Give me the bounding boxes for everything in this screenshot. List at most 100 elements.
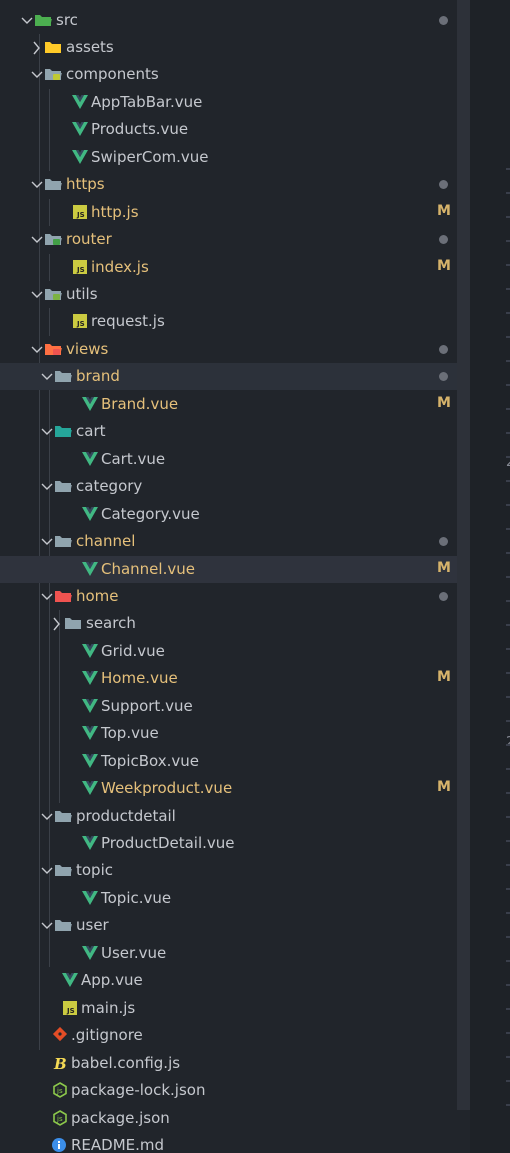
tree-item-label: Grid.vue: [101, 641, 165, 660]
chevron-down-icon[interactable]: [31, 287, 43, 301]
chevron-down-icon[interactable]: [31, 177, 43, 191]
tree-item-label: Weekproduct.vue: [101, 779, 233, 798]
chevron-down-icon[interactable]: [41, 369, 53, 383]
vue-icon: [71, 149, 89, 165]
js-icon: JS: [71, 204, 89, 220]
tree-file[interactable]: ProductDetail.vue: [0, 830, 457, 857]
folder-icon: [54, 533, 72, 549]
tree-file[interactable]: App.vue: [0, 967, 457, 994]
tree-folder[interactable]: productdetail: [0, 803, 457, 830]
tree-item-label: utils: [66, 285, 98, 303]
chevron-down-icon[interactable]: [21, 13, 33, 27]
tree-item-label: http.js: [91, 202, 139, 221]
git-icon: [51, 1027, 69, 1043]
gutter-line-mark: [506, 216, 510, 218]
tree-file[interactable]: Grid.vue: [0, 638, 457, 665]
tree-folder[interactable]: assets: [0, 34, 457, 61]
chevron-down-icon[interactable]: [41, 809, 53, 823]
tree-file[interactable]: JS index.js M: [0, 254, 457, 281]
vue-icon: [61, 972, 79, 988]
tree-item-label: Topic.vue: [101, 888, 172, 907]
gutter-line-mark: [506, 984, 510, 986]
chevron-down-icon[interactable]: [41, 534, 53, 548]
js-icon: JS: [61, 1000, 79, 1016]
chevron-right-icon[interactable]: [51, 616, 63, 631]
modified-dot: [439, 344, 448, 354]
tree-file[interactable]: Products.vue: [0, 116, 457, 143]
tree-file[interactable]: Brand.vue M: [0, 391, 457, 418]
gutter-line-mark: [506, 168, 510, 170]
chevron-down-icon[interactable]: [41, 589, 53, 603]
tree-file[interactable]: TopicBox.vue: [0, 748, 457, 775]
tree-file[interactable]: js package.json: [0, 1105, 457, 1132]
folder-icon: [44, 176, 62, 192]
tree-file[interactable]: Cart.vue: [0, 446, 457, 473]
chevron-down-icon[interactable]: [41, 479, 53, 493]
tree-file[interactable]: User.vue: [0, 940, 457, 967]
tree-file[interactable]: Weekproduct.vue M: [0, 775, 457, 802]
tree-folder[interactable]: cart: [0, 418, 457, 445]
gutter-line-mark: [506, 504, 510, 506]
git-status-badge: M: [437, 779, 451, 796]
tree-folder[interactable]: channel: [0, 528, 457, 555]
chevron-down-icon[interactable]: [41, 424, 53, 438]
tree-file[interactable]: Home.vue M: [0, 665, 457, 692]
tree-folder[interactable]: search: [0, 610, 457, 637]
modified-dot: [439, 180, 448, 190]
tree-file[interactable]: Category.vue: [0, 501, 457, 528]
tree-folder[interactable]: utils: [0, 281, 457, 308]
vue-icon: [81, 753, 99, 769]
tree-file[interactable]: JS main.js: [0, 995, 457, 1022]
tree-file[interactable]: js package-lock.json: [0, 1077, 457, 1104]
tree-file[interactable]: JS http.js M: [0, 199, 457, 226]
tree-item-label: TopicBox.vue: [101, 751, 199, 770]
tree-folder[interactable]: src: [0, 7, 457, 34]
tree-item-label: https: [66, 175, 105, 194]
scrollbar[interactable]: [457, 0, 470, 1110]
tree-item-label: babel.config.js: [71, 1053, 181, 1072]
chevron-down-icon[interactable]: [31, 232, 43, 246]
gutter-line-mark: [506, 576, 510, 578]
tree-item-label: topic: [76, 861, 113, 880]
tree-folder[interactable]: brand: [0, 363, 457, 391]
tree-file[interactable]: JS request.js: [0, 308, 457, 335]
tree-file[interactable]: Channel.vue M: [0, 555, 457, 583]
babel-icon: B: [51, 1055, 69, 1073]
tree-file[interactable]: Top.vue: [0, 720, 457, 747]
tree-folder[interactable]: router: [0, 226, 457, 253]
chevron-down-icon[interactable]: [41, 918, 53, 932]
tree-file[interactable]: Support.vue: [0, 693, 457, 720]
tree-file[interactable]: Topic.vue: [0, 885, 457, 912]
tree-file[interactable]: SwiperCom.vue: [0, 144, 457, 171]
vue-icon: [81, 561, 99, 577]
vue-icon: [81, 670, 99, 686]
tree-folder[interactable]: components: [0, 61, 457, 88]
tree-folder[interactable]: views: [0, 336, 457, 363]
tree-file[interactable]: Bbabel.config.js: [0, 1050, 457, 1077]
tree-folder[interactable]: https: [0, 171, 457, 198]
tree-folder[interactable]: topic: [0, 857, 457, 884]
gutter-line-mark: [506, 1008, 510, 1010]
gutter-line-mark: [506, 648, 510, 650]
modified-dot: [439, 537, 448, 547]
tree-folder[interactable]: user: [0, 912, 457, 939]
chevron-right-icon[interactable]: [31, 40, 43, 55]
chevron-down-icon[interactable]: [31, 67, 43, 81]
tree-folder[interactable]: category: [0, 473, 457, 500]
chevron-down-icon[interactable]: [41, 863, 53, 877]
tree-file[interactable]: README.md: [0, 1132, 457, 1153]
gutter-line-mark: [506, 840, 510, 842]
tree-file[interactable]: AppTabBar.vue: [0, 89, 457, 116]
gutter-line-mark: [506, 408, 510, 410]
tree-file[interactable]: .gitignore: [0, 1022, 457, 1049]
tree-item-label: request.js: [91, 312, 165, 331]
tree-folder[interactable]: home: [0, 583, 457, 610]
tree-item-label: user: [76, 916, 109, 935]
nodejs-icon: js: [51, 1109, 69, 1126]
js-icon: JS: [71, 259, 89, 275]
tree-item-label: Support.vue: [101, 696, 193, 715]
gutter-line-mark: [506, 864, 510, 866]
info-icon: [51, 1137, 69, 1153]
gutter-line-mark: [506, 336, 510, 338]
chevron-down-icon[interactable]: [31, 342, 43, 356]
